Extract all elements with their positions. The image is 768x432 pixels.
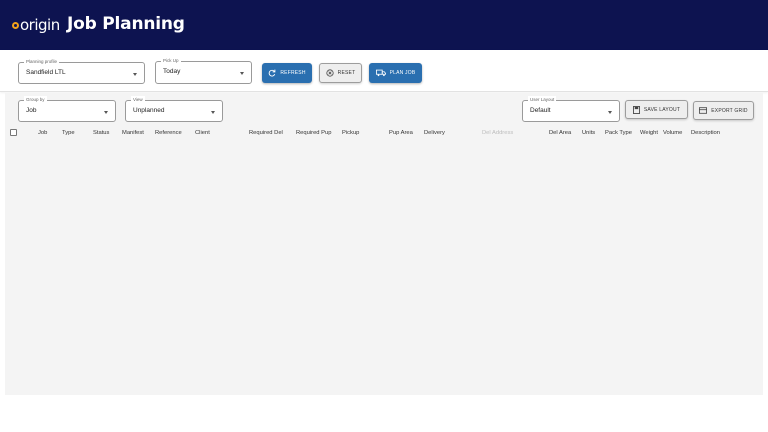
- column-header-required-pup[interactable]: Required Pup: [296, 130, 331, 136]
- logo-text: origin: [20, 16, 60, 34]
- view-select[interactable]: View Unplanned: [125, 96, 223, 122]
- export-grid-label: EXPORT GRID: [711, 107, 748, 114]
- column-header-weight[interactable]: Weight: [640, 130, 658, 136]
- logo-mark-icon: [12, 22, 19, 29]
- refresh-label: REFRESH: [280, 70, 306, 76]
- view-label: View: [131, 96, 145, 104]
- logo[interactable]: origin: [12, 16, 60, 34]
- planning-profile-label: Planning profile: [24, 58, 60, 66]
- column-header-pack-type[interactable]: Pack Type: [605, 130, 632, 136]
- pickup-label: Pick Up: [161, 57, 181, 65]
- column-header-type[interactable]: Type: [62, 130, 75, 136]
- column-header-del-area[interactable]: Del Area: [549, 130, 571, 136]
- pickup-select[interactable]: Pick Up Today: [155, 57, 252, 84]
- column-header-pup-area[interactable]: Pup Area: [389, 130, 413, 136]
- reset-button[interactable]: RESET: [319, 63, 362, 83]
- column-header-description[interactable]: Description: [691, 130, 720, 136]
- reset-icon: [326, 69, 334, 77]
- column-header-job[interactable]: Job: [38, 130, 47, 136]
- export-grid-button[interactable]: EXPORT GRID: [693, 101, 754, 120]
- column-header-client[interactable]: Client: [195, 130, 210, 136]
- column-header-del-address[interactable]: Del Address: [482, 130, 513, 136]
- chevron-down-icon: [211, 111, 215, 114]
- select-all-checkbox[interactable]: [10, 129, 17, 136]
- user-layout-label: User Layout: [528, 96, 557, 104]
- plan-job-label: PLAN JOB: [389, 70, 416, 76]
- group-by-label: Group by: [24, 96, 47, 104]
- column-header-status[interactable]: Status: [93, 130, 109, 136]
- planning-profile-select[interactable]: Planning profile Sandfield LTL: [18, 58, 145, 84]
- column-header-volume[interactable]: Volume: [663, 130, 682, 136]
- chevron-down-icon: [608, 111, 612, 114]
- user-layout-value: Default: [530, 107, 551, 114]
- app-header: origin Job Planning: [0, 0, 768, 50]
- save-layout-button[interactable]: SAVE LAYOUT: [625, 100, 688, 119]
- planning-profile-value: Sandfield LTL: [26, 69, 66, 76]
- save-layout-label: SAVE LAYOUT: [643, 106, 681, 113]
- refresh-icon: [268, 69, 276, 77]
- column-header-pickup[interactable]: Pickup: [342, 130, 359, 136]
- save-icon: [632, 105, 640, 114]
- chevron-down-icon: [104, 111, 108, 114]
- pickup-value: Today: [163, 68, 181, 75]
- refresh-button[interactable]: REFRESH: [262, 63, 312, 83]
- chevron-down-icon: [240, 72, 244, 75]
- column-header-delivery[interactable]: Delivery: [424, 130, 445, 136]
- column-header-units[interactable]: Units: [582, 130, 595, 136]
- column-header-required-del[interactable]: Required Del: [249, 130, 283, 136]
- truck-icon: [375, 69, 386, 77]
- reset-label: RESET: [337, 70, 356, 76]
- page-title: Job Planning: [67, 14, 185, 34]
- user-layout-select[interactable]: User Layout Default: [522, 96, 620, 122]
- column-header-reference[interactable]: Reference: [155, 130, 182, 136]
- group-by-select[interactable]: Group by Job: [18, 96, 116, 122]
- group-by-value: Job: [26, 107, 37, 114]
- export-icon: [699, 107, 708, 114]
- chevron-down-icon: [133, 73, 137, 76]
- plan-job-button[interactable]: PLAN JOB: [369, 63, 422, 83]
- column-header-manifest[interactable]: Manifest: [122, 130, 144, 136]
- view-value: Unplanned: [133, 107, 165, 114]
- job-grid: [5, 93, 763, 395]
